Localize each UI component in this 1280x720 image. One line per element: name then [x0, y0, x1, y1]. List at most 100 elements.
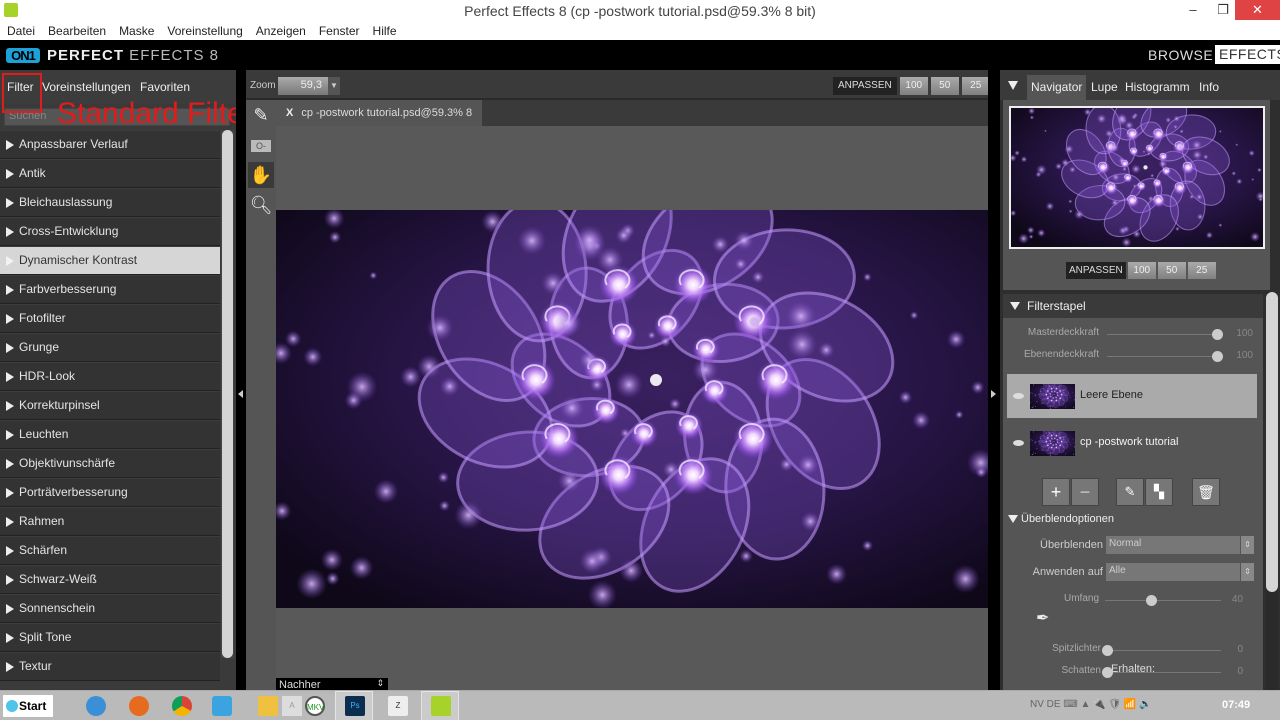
- internet-explorer-icon[interactable]: [212, 696, 232, 716]
- fractal-artwork[interactable]: [276, 210, 988, 608]
- layer-item[interactable]: cp -postwork tutorial: [1007, 421, 1257, 465]
- menu-anzeigen[interactable]: Anzeigen: [249, 22, 312, 38]
- slider-knob[interactable]: [1102, 645, 1113, 656]
- tab-histogramm[interactable]: Histogramm: [1125, 80, 1190, 94]
- apply-to-select[interactable]: Alle ⇕: [1106, 563, 1254, 581]
- filter-item[interactable]: Fotofilter: [0, 304, 220, 333]
- hand-tool-icon[interactable]: ✋: [248, 162, 274, 188]
- filter-item[interactable]: Antik: [0, 159, 220, 188]
- filter-item[interactable]: Leuchten: [0, 420, 220, 449]
- browse-mode-button[interactable]: BROWSE: [1148, 47, 1213, 63]
- right-panel-scrollbar[interactable]: [1266, 292, 1278, 690]
- zoom-25-button[interactable]: 25: [961, 77, 990, 95]
- blend-mode-select[interactable]: Normal ⇕: [1106, 536, 1254, 554]
- filter-item[interactable]: HDR-Look: [0, 362, 220, 391]
- close-button[interactable]: ✕: [1235, 0, 1280, 20]
- delete-trash-icon[interactable]: 🗑︎: [1192, 478, 1220, 506]
- tray-language[interactable]: NV DE: [1030, 699, 1061, 710]
- slider-knob[interactable]: [1146, 595, 1158, 606]
- filterstack-header[interactable]: Filterstapel: [1003, 294, 1263, 318]
- slider-knob[interactable]: [1102, 667, 1113, 678]
- zoom-input[interactable]: 59,3: [278, 77, 328, 95]
- master-opacity-slider[interactable]: Masterdeckkraft 100: [1003, 326, 1263, 342]
- chrome-icon[interactable]: [172, 696, 192, 716]
- zoom-50-button[interactable]: 50: [930, 77, 959, 95]
- document-tab[interactable]: Xcp -postwork tutorial.psd@59.3% 8 bit: [276, 100, 482, 145]
- shadows-slider[interactable]: Schatten 0: [1003, 664, 1263, 680]
- menu-hilfe[interactable]: Hilfe: [366, 22, 403, 38]
- zbrush-icon[interactable]: Z: [388, 696, 408, 716]
- left-panel-collapse-handle[interactable]: [236, 70, 246, 690]
- zoom-tool-icon[interactable]: 🔍︎: [248, 192, 274, 218]
- tab-lupe[interactable]: Lupe: [1091, 80, 1118, 94]
- firefox-icon[interactable]: [129, 696, 149, 716]
- filter-item[interactable]: Porträtverbesserung: [0, 478, 220, 507]
- blend-options-header[interactable]: Überblendoptionen: [1003, 509, 1263, 529]
- start-button[interactable]: Start: [3, 695, 53, 717]
- filter-list-scrollbar[interactable]: [221, 130, 234, 658]
- menu-voreinstellung[interactable]: Voreinstellung: [160, 22, 248, 38]
- minimize-button[interactable]: –: [1176, 0, 1210, 20]
- effects-mode-button[interactable]: EFFECTS: [1215, 45, 1280, 64]
- filter-item[interactable]: Split Tone: [0, 623, 220, 652]
- layer-opacity-slider[interactable]: Ebenendeckkraft 100: [1003, 348, 1263, 364]
- add-brush-mask-icon[interactable]: ✎: [1116, 478, 1144, 506]
- range-label: Umfang: [1063, 593, 1099, 604]
- remove-layer-icon[interactable]: −: [1071, 478, 1099, 506]
- visibility-eye-icon[interactable]: [1013, 440, 1024, 446]
- nav-zoom-50-button[interactable]: 50: [1157, 262, 1186, 279]
- zoom-100-button[interactable]: 100: [899, 77, 928, 95]
- filter-item[interactable]: Objektivunschärfe: [0, 449, 220, 478]
- filter-item[interactable]: Sonnenschein: [0, 594, 220, 623]
- filter-item[interactable]: Rahmen: [0, 507, 220, 536]
- highlights-slider[interactable]: Spitzlichter 0: [1003, 642, 1263, 658]
- perfect-effects-icon[interactable]: [431, 696, 451, 716]
- visibility-eye-icon[interactable]: [1013, 393, 1024, 399]
- scrollbar-thumb[interactable]: [222, 130, 233, 658]
- slider-knob[interactable]: [1212, 351, 1223, 362]
- taskbar-clock[interactable]: 07:49: [1222, 699, 1250, 711]
- thunderbird-icon[interactable]: [86, 696, 106, 716]
- tab-favoriten[interactable]: Favoriten: [140, 80, 190, 94]
- filter-item[interactable]: Anpassbarer Verlauf: [0, 130, 220, 159]
- right-panel-collapse-handle[interactable]: [988, 70, 1000, 690]
- mask-tool-icon[interactable]: O-: [248, 132, 274, 158]
- nav-zoom-25-button[interactable]: 25: [1187, 262, 1216, 279]
- filter-item[interactable]: Textur: [0, 652, 220, 681]
- filter-item[interactable]: Cross-Entwicklung: [0, 217, 220, 246]
- filter-item[interactable]: Korrekturpinsel: [0, 391, 220, 420]
- image-canvas[interactable]: Nachher ⇕: [276, 126, 988, 694]
- brush-tool-icon[interactable]: ✎: [248, 102, 274, 128]
- layer-item[interactable]: Leere Ebene: [1007, 374, 1257, 418]
- navigator-preview[interactable]: [1009, 106, 1265, 249]
- menu-datei[interactable]: Datei: [0, 22, 41, 38]
- scrollbar-thumb[interactable]: [1266, 292, 1278, 592]
- eyedropper-icon[interactable]: ✒: [1036, 608, 1049, 628]
- filter-item[interactable]: Grunge: [0, 333, 220, 362]
- menu-maske[interactable]: Maske: [112, 22, 160, 38]
- slider-knob[interactable]: [1212, 329, 1223, 340]
- filter-item[interactable]: Bleichauslassung: [0, 188, 220, 217]
- filter-item[interactable]: Schärfen: [0, 536, 220, 565]
- close-tab-icon[interactable]: X: [286, 107, 293, 119]
- zoom-dropdown-icon[interactable]: ▼: [328, 77, 340, 95]
- nav-fit-button[interactable]: ANPASSEN: [1066, 262, 1126, 279]
- font-app-icon[interactable]: A: [282, 696, 302, 716]
- collapse-triangle-icon[interactable]: [1008, 81, 1018, 90]
- menu-fenster[interactable]: Fenster: [312, 22, 366, 38]
- tab-info[interactable]: Info: [1199, 80, 1219, 94]
- file-explorer-icon[interactable]: [258, 696, 278, 716]
- mkv-app-icon[interactable]: MKV: [305, 696, 325, 716]
- filter-item[interactable]: Farbverbesserung: [0, 275, 220, 304]
- tab-navigator[interactable]: Navigator: [1027, 75, 1087, 100]
- photoshop-icon[interactable]: Ps: [345, 696, 365, 716]
- tab-voreinstellungen[interactable]: Voreinstellungen: [42, 80, 131, 94]
- add-layer-icon[interactable]: +: [1042, 478, 1070, 506]
- fit-button[interactable]: ANPASSEN: [833, 77, 897, 95]
- nav-zoom-100-button[interactable]: 100: [1127, 262, 1156, 279]
- add-gradient-mask-icon[interactable]: ▚: [1145, 478, 1173, 506]
- filter-item[interactable]: Schwarz-Weiß: [0, 565, 220, 594]
- range-slider[interactable]: Umfang 40: [1003, 592, 1263, 608]
- menu-bearbeiten[interactable]: Bearbeiten: [41, 22, 112, 38]
- filter-item[interactable]: Dynamischer Kontrast: [0, 246, 220, 275]
